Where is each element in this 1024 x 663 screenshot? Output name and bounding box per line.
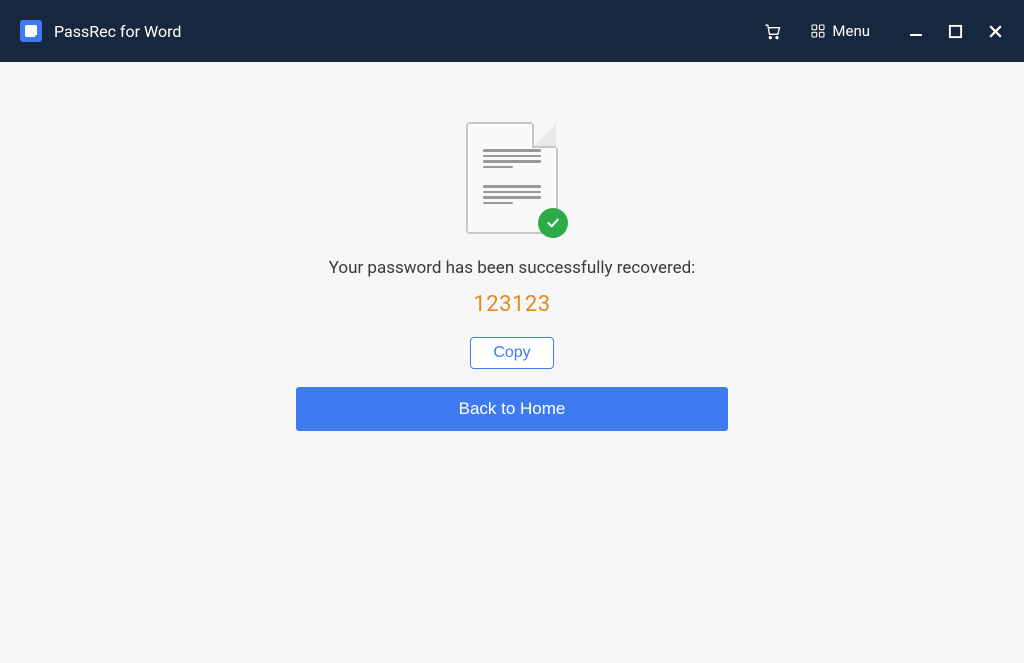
close-icon [987,23,1004,40]
titlebar-left: PassRec for Word [20,20,181,42]
app-title: PassRec for Word [54,22,181,41]
minimize-button[interactable] [908,23,924,39]
menu-label: Menu [832,22,870,40]
titlebar: PassRec for Word Menu [0,0,1024,62]
window-controls [908,23,1004,40]
menu-button[interactable]: Menu [810,22,870,40]
back-to-home-button[interactable]: Back to Home [296,387,728,431]
minimize-icon [908,23,924,39]
titlebar-right: Menu [762,21,1004,41]
app-icon [20,20,42,42]
result-content: Your password has been successfully reco… [0,62,1024,431]
maximize-icon [948,24,963,39]
copy-button[interactable]: Copy [470,337,553,369]
recovered-password: 123123 [473,292,550,317]
cart-icon [762,21,782,41]
cart-button[interactable] [762,21,782,41]
maximize-button[interactable] [948,24,963,39]
close-button[interactable] [987,23,1004,40]
document-success-icon [466,122,558,234]
check-circle-icon [538,208,568,238]
success-message: Your password has been successfully reco… [329,258,696,278]
menu-grid-icon [810,23,826,39]
